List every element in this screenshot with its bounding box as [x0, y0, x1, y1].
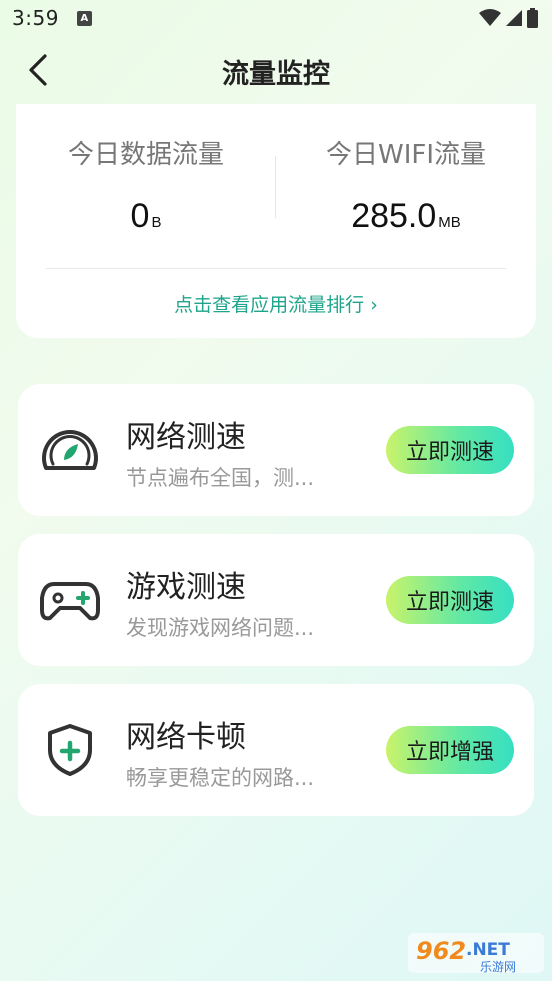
network-boost-button[interactable]: 立即增强	[386, 726, 514, 774]
feature-title: 网络测速	[126, 420, 246, 455]
wifi-data-unit: MB	[438, 214, 461, 231]
feature-description: 畅享更稳定的网路...	[126, 766, 315, 790]
mobile-data-stat: 今日数据流量 0B	[16, 134, 276, 236]
feature-description: 发现游戏网络问题...	[126, 616, 315, 640]
wifi-data-label: 今日WIFI流量	[326, 140, 486, 170]
network-lag-card: 网络卡顿 畅享更稳定的网路... 立即增强	[18, 684, 534, 816]
network-speed-test-card: 网络测速 节点遍布全国，测... 立即测速	[18, 384, 534, 516]
wifi-data-value: 285.0 MB	[276, 197, 536, 236]
mobile-data-unit: B	[151, 214, 162, 231]
wifi-icon	[479, 9, 501, 26]
svg-text:.NET: .NET	[466, 940, 510, 960]
battery-icon	[527, 8, 538, 28]
wifi-data-number: 285.0	[351, 197, 437, 235]
speed-test-button[interactable]: 立即测速	[386, 426, 514, 474]
svg-text:乐游网: 乐游网	[480, 960, 516, 974]
status-bar: 3:59 A	[0, 0, 552, 36]
watermark-logo: 962 .NET 乐游网	[408, 933, 544, 974]
feature-description: 节点遍布全国，测...	[126, 466, 315, 490]
app-traffic-ranking-link[interactable]: 点击查看应用流量排行 ›	[16, 290, 536, 317]
wifi-data-stat: 今日WIFI流量 285.0 MB	[276, 134, 536, 236]
status-indicators	[479, 8, 538, 28]
game-speed-test-card: 游戏测速 发现游戏网络问题... 立即测速	[18, 534, 534, 666]
game-speed-test-button[interactable]: 立即测速	[386, 576, 514, 624]
status-time: 3:59	[12, 6, 59, 30]
signal-icon	[506, 10, 522, 26]
mobile-data-label: 今日数据流量	[67, 140, 224, 170]
mobile-data-number: 0	[130, 197, 150, 235]
feature-title: 游戏测速	[126, 570, 246, 605]
svg-text:962: 962	[416, 937, 466, 965]
nav-bar: 流量监控	[0, 36, 552, 104]
mobile-data-value: 0B	[16, 197, 276, 236]
gamepad-icon	[40, 582, 100, 621]
traffic-summary-card: 今日数据流量 0B 今日WIFI流量 285.0 MB 点击查看应用流量排行 ›	[16, 104, 536, 338]
speedometer-icon	[42, 430, 98, 470]
horizontal-divider	[46, 268, 506, 269]
shield-plus-icon	[48, 724, 92, 776]
feature-title: 网络卡顿	[126, 720, 246, 755]
notification-icon: A	[76, 10, 92, 26]
page-title: 流量监控	[222, 59, 330, 90]
